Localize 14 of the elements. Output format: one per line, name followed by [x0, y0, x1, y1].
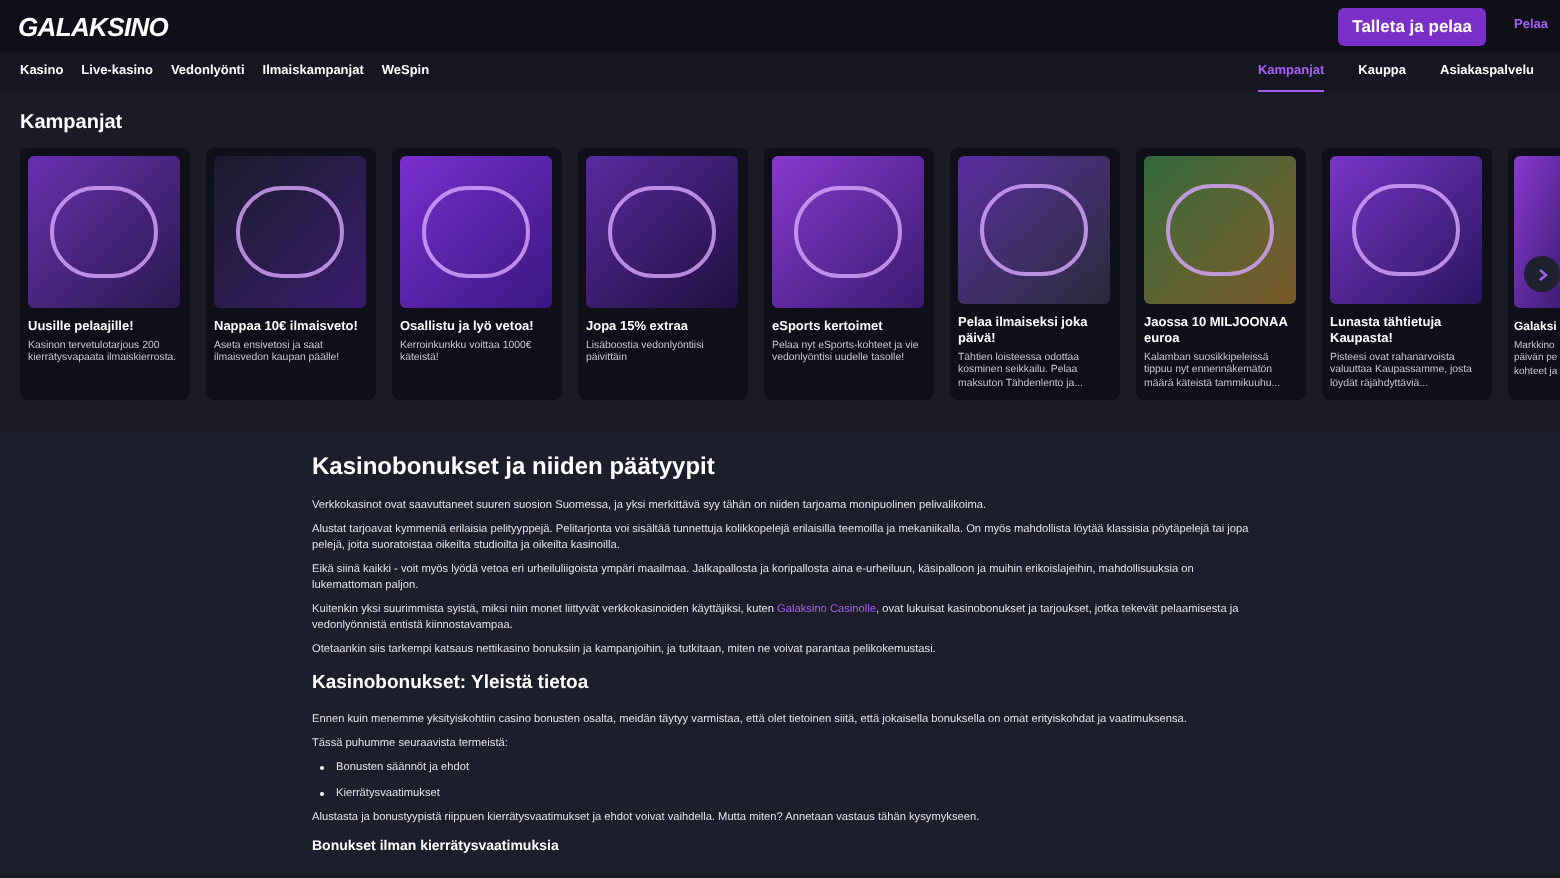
deposit-button[interactable]: Talleta ja pelaa [1338, 7, 1486, 45]
ring-decoration [608, 186, 716, 278]
ring-decoration [422, 186, 530, 278]
section-heading: Kasinobonukset: Yleistä tietoa [312, 670, 591, 698]
chevron-right-icon [1537, 267, 1547, 281]
ring-decoration [1166, 183, 1274, 276]
ring-decoration [236, 186, 344, 278]
ring-decoration [980, 183, 1088, 276]
ring-decoration [794, 186, 902, 278]
section-title: Kampanjat [18, 110, 125, 138]
ring-decoration [1352, 183, 1460, 276]
article-heading: Kasinobonukset ja niiden päätyypit [312, 450, 717, 484]
ring-decoration [50, 186, 158, 278]
logo[interactable]: GALAKSINO [18, 13, 169, 39]
